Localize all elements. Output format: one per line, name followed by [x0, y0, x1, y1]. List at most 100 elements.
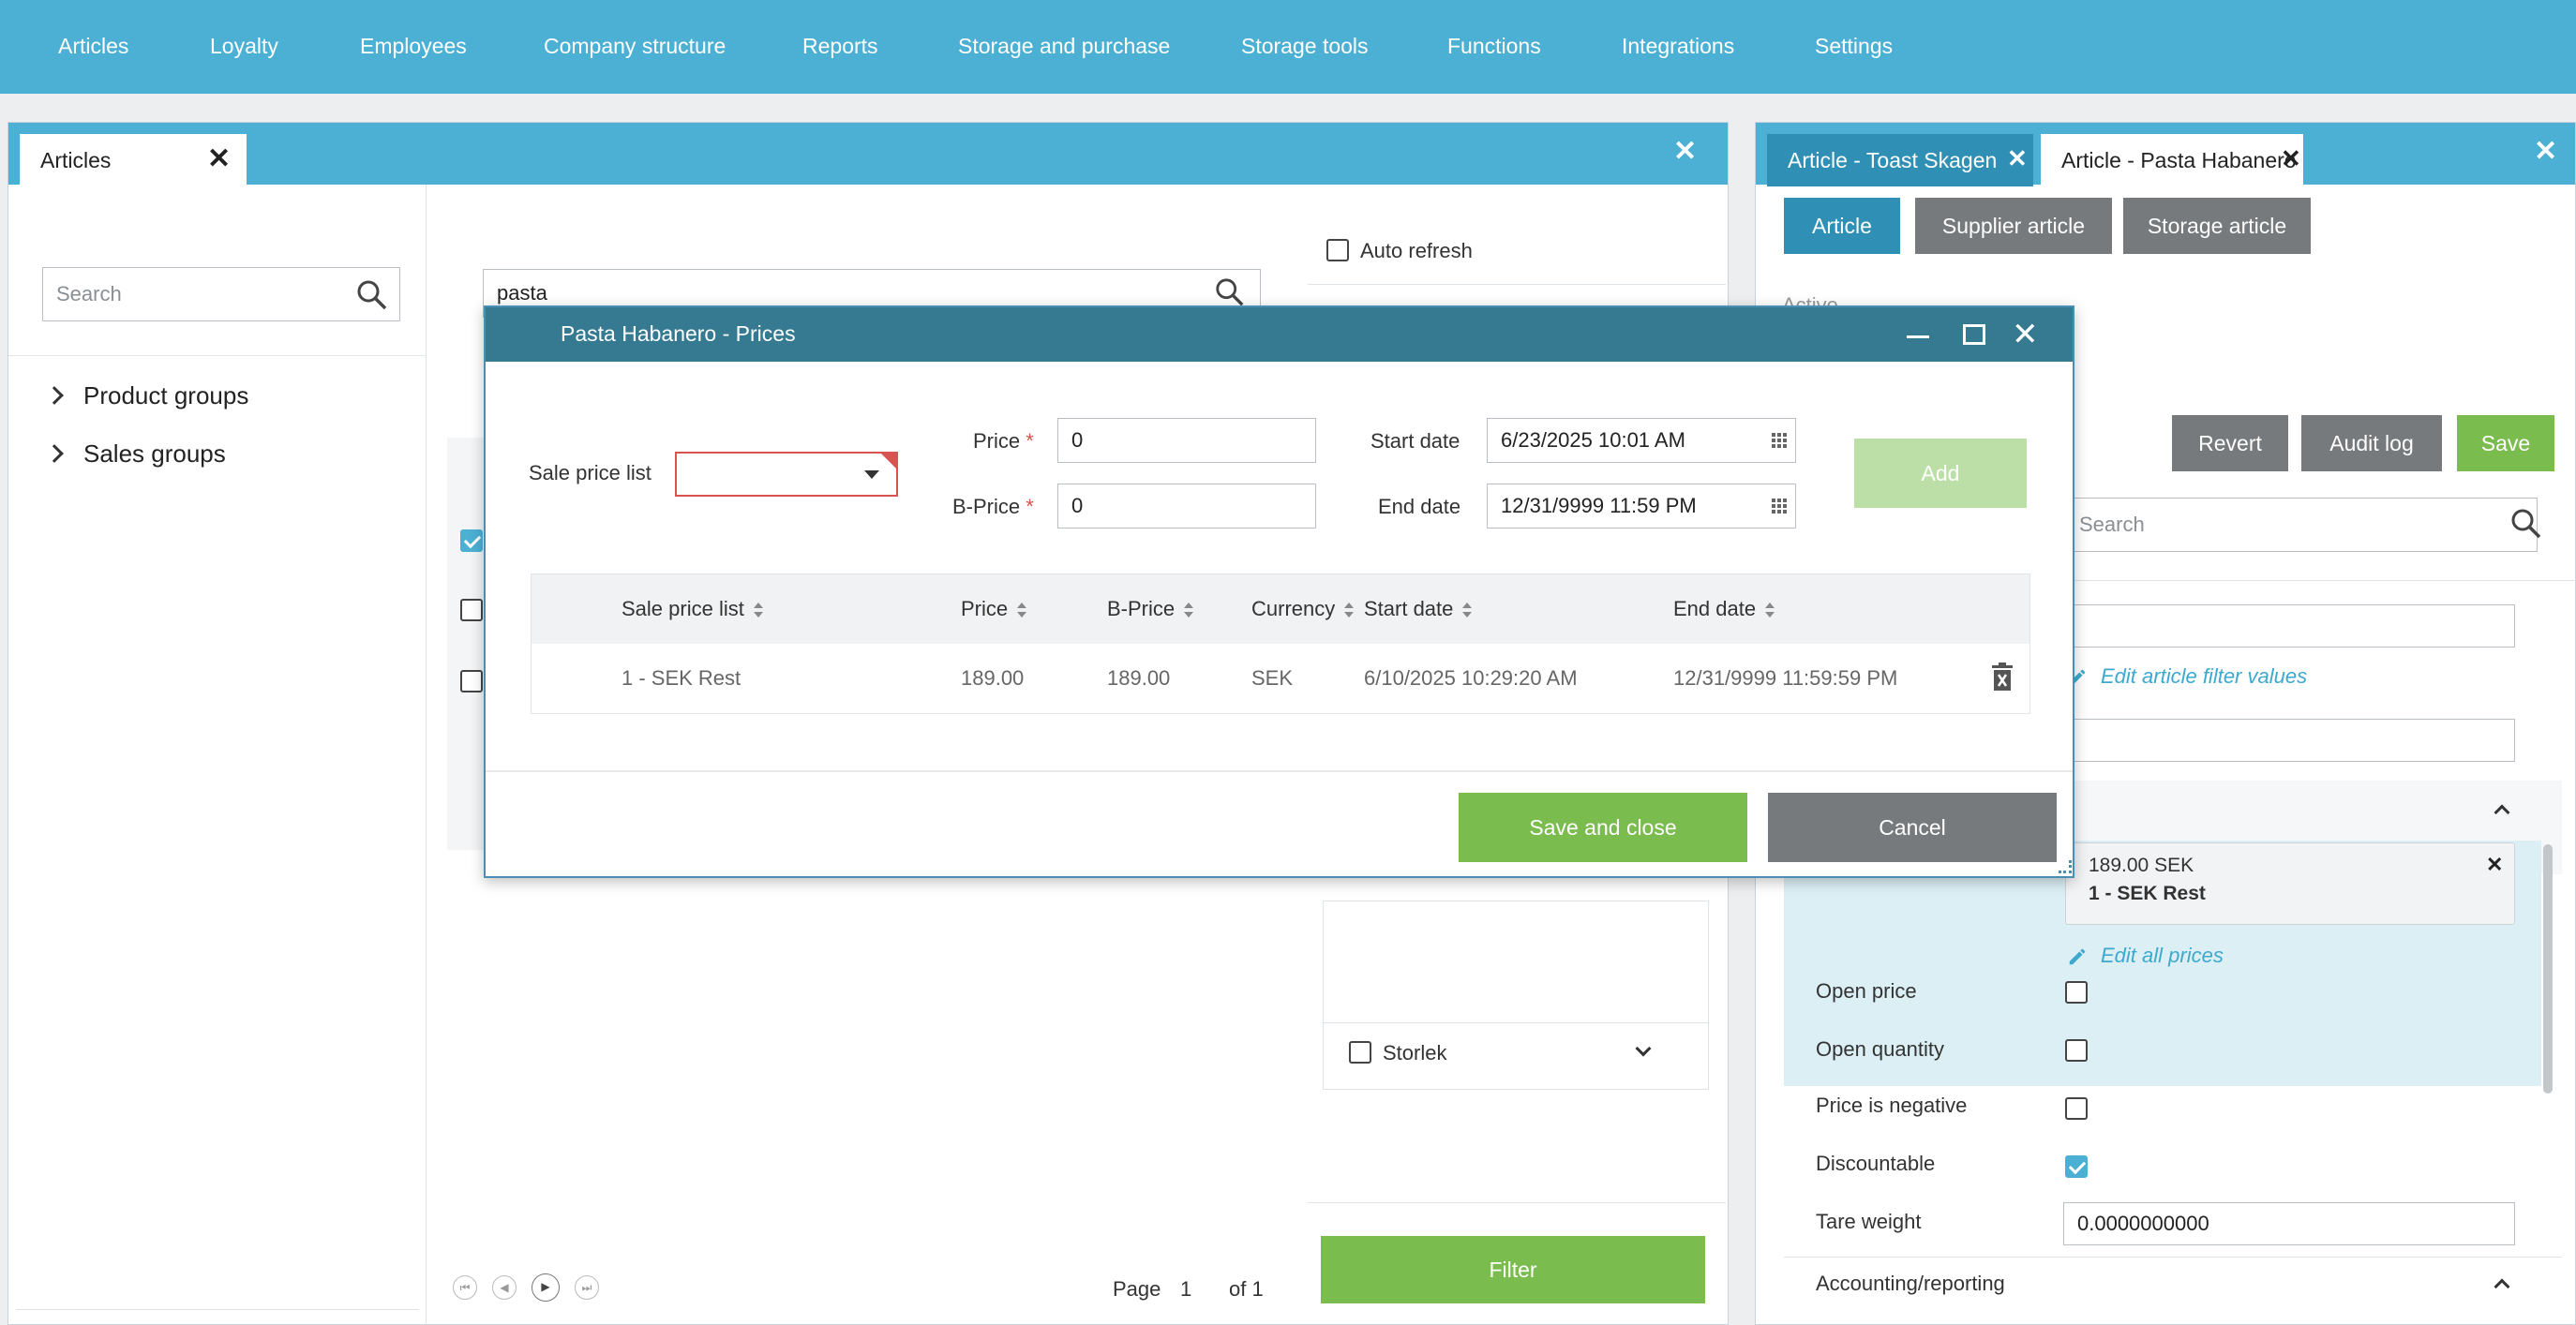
cancel-button[interactable]: Cancel [1768, 793, 2057, 862]
trash-icon[interactable] [1990, 662, 2014, 692]
error-marker [881, 454, 896, 469]
discountable-checkbox[interactable] [2065, 1155, 2088, 1178]
divider [8, 355, 427, 356]
nav-storage-tools[interactable]: Storage tools [1241, 0, 1369, 94]
auto-refresh-checkbox[interactable] [1326, 239, 1349, 261]
calendar-icon[interactable] [1770, 431, 1789, 450]
divider [1308, 1202, 1726, 1203]
calendar-icon[interactable] [1770, 497, 1789, 515]
subtab-storage-article[interactable]: Storage article [2123, 198, 2311, 254]
last-page-icon[interactable]: ⏭ [575, 1275, 599, 1300]
search-icon[interactable] [2509, 507, 2543, 541]
nav-storage-and-purchase[interactable]: Storage and purchase [958, 0, 1170, 94]
tare-weight-label: Tare weight [1816, 1210, 1922, 1233]
pager-page-input[interactable]: 1 [1180, 1277, 1191, 1302]
tare-weight-input[interactable]: 0.0000000000 [2063, 1202, 2515, 1245]
chevron-up-icon[interactable] [2494, 1278, 2510, 1295]
pager-page-label: Page [1113, 1277, 1161, 1301]
scrollbar-thumb[interactable] [2543, 844, 2553, 1094]
nav-functions[interactable]: Functions [1447, 0, 1541, 94]
top-navigation-bar: Articles Loyalty Employees Company struc… [0, 0, 2576, 94]
nav-reports[interactable]: Reports [802, 0, 878, 94]
price-input[interactable]: 0 [1057, 418, 1316, 463]
column-bprice[interactable]: B-Price [1107, 597, 1194, 621]
nav-articles[interactable]: Articles [58, 0, 128, 94]
resize-handle[interactable] [2059, 860, 2072, 873]
divider [16, 1309, 419, 1310]
minimize-icon[interactable] [1907, 335, 1929, 338]
row-checkbox[interactable] [460, 599, 483, 621]
bprice-label: B-Price * [952, 495, 1034, 518]
tab-articles[interactable]: Articles ✕ [20, 134, 247, 186]
tree-item-sales-groups[interactable]: Sales groups [8, 426, 427, 479]
group-search-placeholder: Search [56, 282, 122, 305]
first-page-icon[interactable]: ⏮ [453, 1275, 477, 1300]
article-filter-field[interactable] [2065, 604, 2515, 648]
subtab-article[interactable]: Article [1784, 198, 1900, 254]
tab-article-toast-skagen[interactable]: Article - Toast Skagen ✕ [1767, 134, 2033, 186]
group-search-input[interactable]: Search [42, 267, 400, 321]
row-checkbox[interactable] [460, 670, 483, 692]
edit-article-filter-values-link[interactable]: Edit article filter values [2067, 664, 2307, 689]
audit-log-button[interactable]: Audit log [2301, 415, 2442, 471]
edit-all-prices-link[interactable]: Edit all prices [2067, 944, 2224, 968]
bprice-input[interactable]: 0 [1057, 484, 1316, 529]
divider [1323, 1022, 1709, 1023]
close-panel-icon[interactable]: ✕ [2534, 138, 2557, 166]
tare-weight-value: 0.0000000000 [2077, 1212, 2209, 1235]
nav-employees[interactable]: Employees [360, 0, 467, 94]
close-icon[interactable]: ✕ [2007, 146, 2028, 171]
tab-article-pasta-habanero[interactable]: Article - Pasta Habanero ✕ [2041, 134, 2303, 186]
save-button[interactable]: Save [2457, 415, 2554, 471]
prices-table: Sale price list Price B-Price Currency S… [531, 573, 2030, 714]
prev-page-icon[interactable]: ◀ [492, 1275, 517, 1300]
cell-price: 189.00 [961, 666, 1025, 690]
start-date-input[interactable]: 6/23/2025 10:01 AM [1487, 418, 1796, 463]
open-quantity-checkbox[interactable] [2065, 1039, 2088, 1062]
column-start-date[interactable]: Start date [1364, 597, 1473, 621]
nav-company-structure[interactable]: Company structure [544, 0, 726, 94]
cell-end-date: 12/31/9999 11:59:59 PM [1673, 666, 1898, 690]
sale-price-list-label: Sale price list [529, 461, 651, 484]
revert-button[interactable]: Revert [2172, 415, 2288, 471]
open-price-checkbox[interactable] [2065, 981, 2088, 1004]
sort-icon [1765, 603, 1775, 618]
end-date-input[interactable]: 12/31/9999 11:59 PM [1487, 484, 1796, 529]
price-is-negative-label: Price is negative [1816, 1094, 1968, 1117]
nav-loyalty[interactable]: Loyalty [210, 0, 278, 94]
open-quantity-label: Open quantity [1816, 1037, 1944, 1061]
price-card[interactable]: 189.00 SEK 1 - SEK Rest ✕ [2065, 842, 2515, 925]
close-dialog-icon[interactable]: ✕ [2012, 319, 2039, 350]
search-icon[interactable] [1214, 276, 1246, 308]
storlek-checkbox[interactable] [1349, 1041, 1371, 1064]
close-panel-icon[interactable]: ✕ [1673, 138, 1697, 166]
tree-item-product-groups[interactable]: Product groups [8, 368, 427, 421]
column-end-date[interactable]: End date [1673, 597, 1775, 621]
secondary-field[interactable] [2065, 719, 2515, 762]
save-and-close-button[interactable]: Save and close [1459, 793, 1747, 862]
remove-price-icon[interactable]: ✕ [2486, 855, 2503, 875]
close-icon[interactable]: ✕ [207, 145, 231, 173]
column-price[interactable]: Price [961, 597, 1027, 621]
add-price-button[interactable]: Add [1854, 439, 2027, 508]
sort-icon [1017, 603, 1027, 618]
select-all-checkbox[interactable] [460, 529, 483, 552]
filter-button[interactable]: Filter [1321, 1236, 1705, 1303]
end-date-label: End date [1378, 495, 1461, 518]
detail-search-input[interactable]: Search [2065, 498, 2538, 552]
column-currency[interactable]: Currency [1251, 597, 1355, 621]
pager-of-label: of 1 [1229, 1277, 1264, 1301]
table-row[interactable]: 1 - SEK Rest 189.00 189.00 SEK 6/10/2025… [532, 644, 2029, 713]
collapse-sidebar-icon[interactable]: « [380, 1313, 399, 1325]
sale-price-list-select[interactable] [675, 452, 898, 497]
column-sale-price-list[interactable]: Sale price list [622, 597, 763, 621]
chevron-right-icon [45, 386, 64, 405]
search-icon[interactable] [355, 278, 389, 312]
nav-settings[interactable]: Settings [1815, 0, 1893, 94]
price-is-negative-checkbox[interactable] [2065, 1097, 2088, 1120]
subtab-supplier-article[interactable]: Supplier article [1915, 198, 2112, 254]
close-icon[interactable]: ✕ [2281, 146, 2301, 171]
maximize-icon[interactable] [1963, 324, 1985, 345]
nav-integrations[interactable]: Integrations [1622, 0, 1734, 94]
next-page-icon[interactable]: ▶ [532, 1273, 560, 1302]
